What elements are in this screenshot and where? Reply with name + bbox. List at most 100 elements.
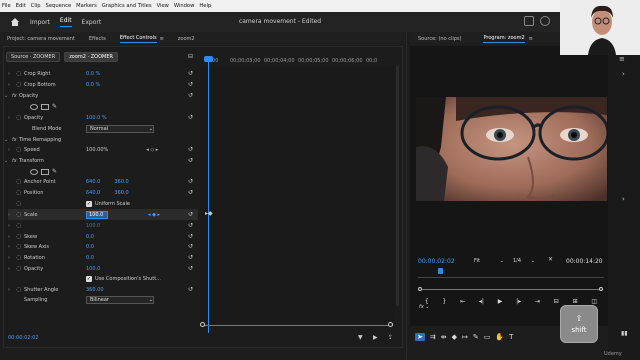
keyframe-diamond-icon[interactable]: ▸◆	[205, 210, 213, 217]
ec-zoom-scrollbar[interactable]	[200, 322, 396, 328]
scale-value-input[interactable]: 100.0	[86, 210, 108, 219]
stopwatch-icon[interactable]: ◌	[16, 211, 24, 218]
keyframe-nav-icon[interactable]: ◂ ◇ ▸	[146, 147, 158, 153]
sampling-select[interactable]: Bilinear ⌄	[86, 295, 154, 304]
play-audio-icon[interactable]: ▶	[373, 334, 378, 341]
play-icon[interactable]: ▶	[498, 298, 503, 305]
anchor-y-value[interactable]: 360.0	[114, 179, 128, 185]
menu-file[interactable]: File	[2, 3, 11, 9]
program-playhead[interactable]	[438, 268, 443, 274]
chevron-right-icon[interactable]: ›	[8, 234, 16, 240]
export-frame-icon[interactable]: ◫	[591, 298, 597, 305]
panel-divider[interactable]	[406, 32, 407, 360]
insert-icon[interactable]: ⊟	[554, 298, 559, 305]
stopwatch-icon[interactable]: ◌	[16, 114, 24, 121]
track-select-icon[interactable]: ⇉	[430, 333, 436, 341]
menu-sequence[interactable]: Sequence	[46, 3, 72, 9]
workspaces-icon[interactable]	[524, 16, 534, 26]
stopwatch-icon[interactable]: ◌	[16, 70, 24, 77]
reset-icon[interactable]: ↺	[188, 190, 196, 196]
menu-graphics[interactable]: Graphics and Titles	[102, 3, 152, 9]
blend-mode-select[interactable]: Normal ⌄	[86, 124, 154, 133]
chevron-right-icon[interactable]: ›	[8, 147, 16, 153]
ellipse-mask-icon[interactable]	[30, 103, 38, 110]
panel-bars-icon[interactable]: ▮▮	[621, 330, 628, 337]
overwrite-icon[interactable]: ⊞	[573, 298, 578, 305]
panel-menu-icon[interactable]: ≡	[529, 36, 533, 42]
reset-icon[interactable]: ↺	[188, 287, 196, 293]
chevron-right-icon[interactable]: ›	[8, 115, 16, 121]
step-back-icon[interactable]: ◂|	[479, 298, 484, 305]
menu-clip[interactable]: Clip	[31, 3, 41, 9]
zoom-handle-left[interactable]	[200, 322, 205, 327]
menu-window[interactable]: Window	[174, 3, 194, 9]
reset-icon[interactable]: ↺	[188, 158, 196, 164]
reset-icon[interactable]: ↺	[188, 71, 196, 77]
chevron-right-icon[interactable]: ›	[8, 255, 16, 261]
rotation-value[interactable]: 0.0	[86, 255, 94, 261]
hand-tool-icon[interactable]: ✋	[495, 333, 504, 341]
selection-tool-icon[interactable]: ➤	[415, 333, 425, 341]
chevron-right-icon[interactable]: ›	[8, 266, 16, 272]
ec-keyframe-area[interactable]	[200, 66, 395, 324]
rectangle-mask-icon[interactable]	[41, 103, 49, 110]
speed-value[interactable]: 100.00%	[86, 147, 108, 153]
stopwatch-icon[interactable]: ◌	[16, 286, 24, 293]
fx-icon[interactable]: fx	[12, 137, 19, 143]
reset-icon[interactable]: ↺	[188, 212, 196, 218]
program-timecode[interactable]: 00:00:02:02	[418, 258, 455, 265]
mark-out-icon[interactable]: }	[443, 298, 447, 305]
reset-icon[interactable]: ↺	[188, 223, 196, 229]
tab-zoom2[interactable]: zoom2	[178, 36, 195, 42]
source-clip-pill[interactable]: Source · ZOOMER	[6, 51, 61, 62]
menu-edit[interactable]: Edit	[16, 3, 26, 9]
razor-tool-icon[interactable]: ◆	[452, 333, 457, 341]
fit-select[interactable]: Fit ⌄	[472, 256, 506, 265]
stopwatch-icon[interactable]: ◌	[16, 81, 24, 88]
export-icon[interactable]: ⇪	[388, 334, 393, 341]
fx-icon[interactable]: fx	[12, 158, 19, 164]
zoom-handle-right[interactable]	[388, 322, 393, 327]
rectangle-tool-icon[interactable]: ▭	[484, 333, 491, 341]
pen-tool-icon[interactable]: ✎	[473, 333, 479, 341]
step-forward-icon[interactable]: |▸	[516, 298, 521, 305]
ripple-edit-icon[interactable]: ⇹	[441, 333, 447, 341]
opacity-value[interactable]: 100.0 %	[86, 115, 107, 121]
chevron-right-icon[interactable]: ›	[8, 287, 16, 293]
chevron-right-icon[interactable]: ›	[8, 82, 16, 88]
reset-icon[interactable]: ↺	[188, 266, 196, 272]
chevron-right-icon[interactable]: ›	[622, 195, 625, 203]
sequence-clip-pill[interactable]: zoom2 · ZOOMER	[64, 51, 118, 62]
chevron-right-icon[interactable]: ›	[8, 71, 16, 77]
wrench-icon[interactable]: ✕	[548, 256, 553, 263]
crop-bottom-value[interactable]: 0.0 %	[86, 82, 100, 88]
tab-source[interactable]: Source: (no clips)	[418, 36, 461, 42]
slip-tool-icon[interactable]: ↦	[462, 333, 468, 341]
zoom-handle-right[interactable]	[599, 287, 603, 291]
rectangle-mask-icon[interactable]	[41, 168, 49, 175]
anchor-x-value[interactable]: 640.0	[86, 179, 100, 185]
type-tool-icon[interactable]: T	[509, 333, 513, 341]
tab-project[interactable]: Project: camera movement	[7, 36, 75, 42]
stopwatch-icon[interactable]: ◌	[16, 265, 24, 272]
reset-icon[interactable]: ↺	[188, 179, 196, 185]
shutter-angle-value[interactable]: 360.00	[86, 287, 104, 293]
show-timeline-icon[interactable]: ⊟	[188, 53, 193, 60]
chevron-right-icon[interactable]: ›	[622, 70, 625, 78]
skew-axis-value[interactable]: 0.0	[86, 244, 94, 250]
go-to-in-icon[interactable]: ⇤	[460, 298, 465, 305]
chevron-right-icon[interactable]: ›	[8, 244, 16, 250]
notifications-icon[interactable]	[540, 16, 550, 26]
ec-scrollbar[interactable]	[396, 66, 399, 306]
pen-mask-icon[interactable]: ✎	[52, 168, 57, 175]
resolution-select[interactable]: 1/4 ⌄	[513, 256, 535, 265]
stopwatch-icon[interactable]: ◌	[16, 222, 24, 229]
position-x-value[interactable]: 640.0	[86, 190, 100, 196]
stopwatch-icon[interactable]: ◌	[16, 178, 24, 185]
menu-view[interactable]: View	[157, 3, 169, 9]
stopwatch-icon[interactable]: ◌	[16, 146, 24, 153]
chevron-down-icon[interactable]: ⌄	[4, 158, 12, 164]
tab-edit[interactable]: Edit	[59, 17, 72, 27]
chevron-down-icon[interactable]: ⌄	[4, 93, 12, 99]
ec-timeline-ruler[interactable]: 00:00 00;00;03;00 00;00;04;00 00;00;05;0…	[200, 56, 400, 66]
